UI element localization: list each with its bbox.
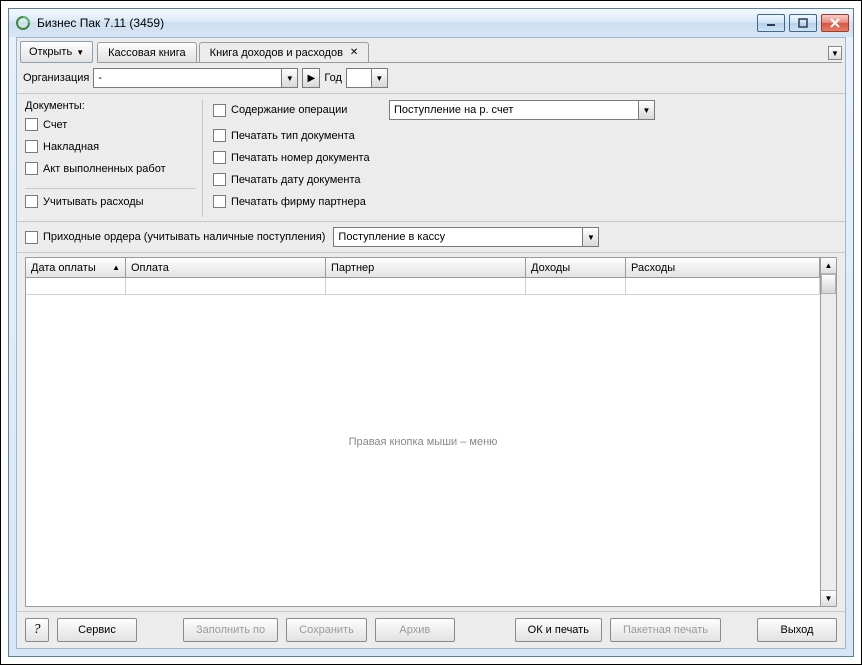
chk-label: Содержание операции [231,104,347,116]
year-label: Год [324,72,342,84]
tab-close-icon[interactable]: ✕ [350,47,358,58]
documents-header: Документы: [25,100,196,112]
chk-waybill[interactable]: Накладная [25,140,196,153]
minimize-button[interactable] [757,14,785,32]
col-expense[interactable]: Расходы [626,258,820,277]
chk-label: Печатать дату документа [231,174,361,186]
window-title: Бизнес Пак 7.11 (3459) [37,16,757,30]
app-icon [15,15,31,31]
table-row [26,278,820,295]
chk-label: Печатать фирму партнера [231,196,366,208]
org-combo[interactable]: - ▼ [93,68,298,88]
chk-receipt-orders[interactable]: Приходные ордера (учитывать наличные пос… [25,231,325,244]
checkbox-icon [213,195,226,208]
checkbox-icon [25,162,38,175]
dropdown-icon[interactable]: ▼ [582,228,598,246]
scroll-thumb[interactable] [821,274,836,294]
checkbox-icon [25,231,38,244]
checkbox-icon [213,104,226,117]
chk-print-doc-number[interactable]: Печатать номер документа [213,151,370,164]
orders-value: Поступление в кассу [334,231,582,243]
tab-bar: Кассовая книга Книга доходов и расходов … [97,41,842,63]
close-button[interactable] [821,14,849,32]
col-date[interactable]: Дата оплаты▲ [26,258,126,277]
checkbox-icon [213,129,226,142]
year-combo[interactable]: ▼ [346,68,388,88]
chk-operation-content[interactable]: Содержание операции [213,104,381,117]
col-partner[interactable]: Партнер [326,258,526,277]
save-button[interactable]: Сохранить [286,618,367,642]
chk-label: Счет [43,119,67,131]
chk-print-doc-date[interactable]: Печатать дату документа [213,173,361,186]
chk-label: Приходные ордера (учитывать наличные пос… [43,231,325,243]
checkbox-icon [213,151,226,164]
help-button[interactable]: ? [25,618,49,642]
chk-label: Печатать номер документа [231,152,370,164]
grid-header: Дата оплаты▲ Оплата Партнер Доходы Расхо… [26,258,820,278]
checkbox-icon [213,173,226,186]
chk-label: Накладная [43,141,99,153]
open-button[interactable]: Открыть ▼ [20,41,93,63]
chk-label: Печатать тип документа [231,130,355,142]
maximize-button[interactable] [789,14,817,32]
checkbox-icon [25,195,38,208]
data-grid: Дата оплаты▲ Оплата Партнер Доходы Расхо… [25,257,837,607]
sort-asc-icon: ▲ [112,263,120,272]
titlebar: Бизнес Пак 7.11 (3459) [9,9,853,37]
divider [25,188,196,189]
batch-print-button[interactable]: Пакетная печать [610,618,721,642]
client-area: Открыть ▼ Кассовая книга Книга доходов и… [16,37,846,649]
dropdown-icon[interactable]: ▼ [638,101,654,119]
dropdown-icon[interactable]: ▼ [281,69,297,87]
open-button-label: Открыть [29,46,72,58]
org-label: Организация [23,72,89,84]
scroll-track[interactable] [821,274,836,590]
grid-hint: Правая кнопка мыши – меню [349,436,498,448]
chk-print-doc-type[interactable]: Печатать тип документа [213,129,355,142]
tab-income-expense[interactable]: Книга доходов и расходов ✕ [199,42,370,62]
chk-completed-works[interactable]: Акт выполненных работ [25,162,196,175]
grid-body[interactable]: Правая кнопка мыши – меню [26,278,820,606]
chk-invoice[interactable]: Счет [25,118,196,131]
dropdown-icon: ▼ [76,48,84,57]
fill-by-button[interactable]: Заполнить по [183,618,278,642]
orders-combo[interactable]: Поступление в кассу ▼ [333,227,599,247]
vertical-scrollbar[interactable]: ▲ ▼ [820,258,836,606]
org-value: - [94,72,281,84]
org-browse-button[interactable]: ▶ [302,68,320,88]
main-window: Бизнес Пак 7.11 (3459) Открыть ▼ Кассова… [8,8,854,657]
scroll-down-icon[interactable]: ▼ [821,590,836,606]
tab-cashbook[interactable]: Кассовая книга [97,42,197,62]
ok-print-button[interactable]: ОК и печать [515,618,602,642]
checkbox-icon [25,140,38,153]
chk-account-expenses[interactable]: Учитывать расходы [25,195,196,208]
checkbox-icon [25,118,38,131]
tab-label: Кассовая книга [108,47,186,59]
dropdown-icon[interactable]: ▼ [371,69,387,87]
scroll-up-icon[interactable]: ▲ [821,258,836,274]
col-payment[interactable]: Оплата [126,258,326,277]
operation-content-combo[interactable]: Поступление на р. счет ▼ [389,100,655,120]
tab-overflow-button[interactable]: ▼ [828,46,842,60]
archive-button[interactable]: Архив [375,618,455,642]
chk-print-partner-firm[interactable]: Печатать фирму партнера [213,195,366,208]
chk-label: Акт выполненных работ [43,163,166,175]
operation-content-value: Поступление на р. счет [390,104,638,116]
bottom-toolbar: ? Сервис Заполнить по Сохранить Архив ОК… [17,611,845,648]
exit-button[interactable]: Выход [757,618,837,642]
service-button[interactable]: Сервис [57,618,137,642]
chk-label: Учитывать расходы [43,196,144,208]
tab-label: Книга доходов и расходов [210,47,343,59]
col-income[interactable]: Доходы [526,258,626,277]
